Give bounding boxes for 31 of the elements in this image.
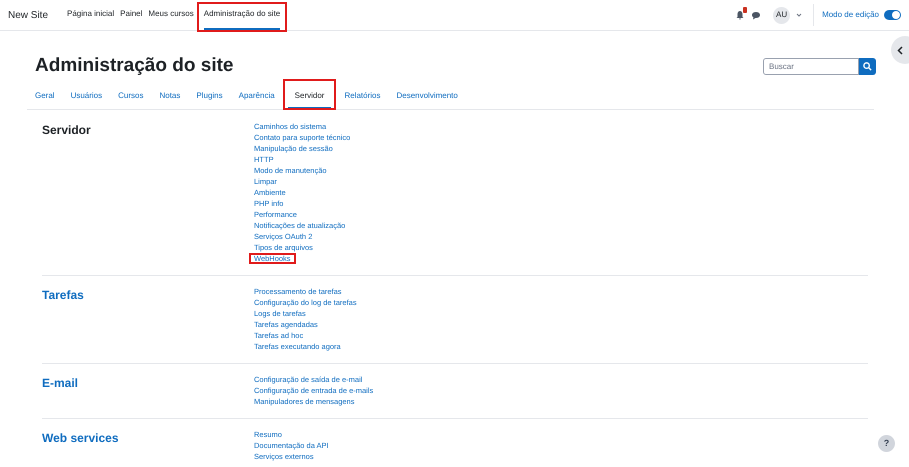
section-heading: Servidor: [42, 122, 92, 138]
nav-link[interactable]: Painel: [120, 0, 142, 30]
tab[interactable]: Cursos: [111, 84, 150, 108]
site-name[interactable]: New Site: [8, 8, 48, 22]
tab[interactable]: Desenvolvimento: [389, 84, 465, 108]
tab[interactable]: Usuários: [64, 84, 110, 108]
tab[interactable]: Aparência: [232, 84, 282, 108]
notification-badge: [743, 7, 748, 13]
tab[interactable]: Geral: [28, 84, 62, 108]
edit-mode-label: Modo de edição: [822, 9, 879, 21]
nav-link[interactable]: Administração do site: [204, 0, 280, 30]
section-heading[interactable]: E-mail: [42, 374, 252, 406]
tab[interactable]: Plugins: [189, 84, 230, 108]
chevron-left-icon: [897, 46, 903, 54]
page-title: Administração do site: [35, 54, 234, 78]
tab[interactable]: Servidor: [288, 84, 332, 108]
section-heading[interactable]: Web services: [42, 428, 252, 462]
search-icon: [863, 62, 872, 71]
bell-icon[interactable]: [735, 10, 746, 20]
edit-mode-toggle[interactable]: [884, 10, 901, 20]
nav-link[interactable]: Meus cursos: [148, 0, 194, 30]
tab[interactable]: Relatórios: [337, 84, 388, 108]
section-heading[interactable]: Tarefas: [42, 286, 252, 352]
search-button[interactable]: [859, 58, 876, 75]
help-button[interactable]: ?: [878, 435, 895, 452]
search-field[interactable]: Buscar: [763, 58, 859, 75]
nav-link[interactable]: Página inicial: [67, 0, 114, 30]
user-avatar[interactable]: AU: [773, 6, 790, 24]
tab[interactable]: Notas: [152, 84, 188, 108]
chevron-down-icon[interactable]: [796, 13, 802, 17]
chat-bubble-icon[interactable]: [751, 10, 762, 20]
